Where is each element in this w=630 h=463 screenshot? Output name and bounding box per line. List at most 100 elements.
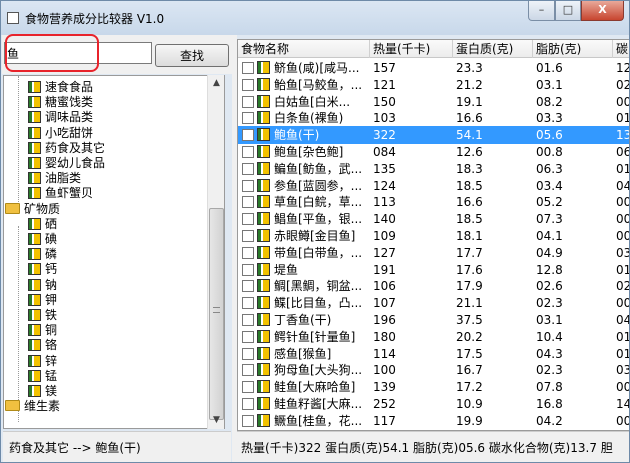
row-checkbox[interactable] [242, 62, 254, 74]
row-checkbox[interactable] [242, 364, 254, 377]
row-checkbox[interactable] [242, 263, 254, 276]
tree-item[interactable]: 硒 [28, 216, 57, 232]
row-checkbox[interactable] [242, 230, 254, 242]
table-cell: 19.9 [456, 413, 483, 428]
tree-item[interactable]: 油脂类 [28, 170, 81, 186]
table-row[interactable]: 鲳鱼[平鱼，银... 140 18.5 07.3 00 [238, 210, 629, 228]
food-icon [28, 111, 41, 124]
tree-item[interactable]: 鱼虾蟹贝 [28, 185, 93, 201]
row-checkbox[interactable] [242, 196, 254, 209]
column-header[interactable]: 脂肪(克) [533, 40, 613, 58]
row-checkbox[interactable] [242, 414, 254, 427]
tree-item[interactable]: 维生素 [5, 398, 60, 414]
tree-guide-line [18, 76, 19, 204]
row-checkbox[interactable] [242, 78, 254, 91]
tree-item[interactable]: 铜 [28, 322, 57, 338]
table-row[interactable]: 鲷[黑鲷，铜盆... 106 17.9 02.6 02 [238, 277, 629, 295]
tree-scrollbar[interactable]: ▲ ▼ [207, 75, 224, 429]
folder-icon [5, 202, 20, 214]
table-cell: 00 [616, 413, 630, 428]
scroll-thumb[interactable] [209, 208, 224, 420]
table-cell: 23.3 [456, 61, 483, 75]
row-checkbox[interactable] [242, 112, 254, 125]
row-checkbox[interactable] [242, 381, 254, 394]
row-checkbox[interactable] [242, 347, 254, 360]
tree-item-label: 锌 [45, 353, 58, 368]
table-row[interactable]: 鲐鱼[马鲛鱼，... 121 21.2 03.1 02 [238, 76, 629, 94]
table-row[interactable]: 鳊鱼[鲂鱼，武... 135 18.3 06.3 01 [238, 160, 629, 178]
table-cell: 鲐鱼[马鲛鱼，... [274, 77, 363, 92]
tree-item[interactable]: 碘 [28, 231, 57, 247]
tree-item[interactable]: 药食及其它 [28, 140, 105, 156]
table-cell: 06 [616, 145, 630, 159]
table-row[interactable]: 鲽[比目鱼，凸... 107 21.1 02.3 00 [238, 294, 629, 312]
row-checkbox[interactable] [242, 314, 254, 326]
food-list[interactable]: 食物名称 热量(千卡) 蛋白质(克) 脂肪(克) 碳 鲚鱼(咸)[咸马... 157 23.… [237, 39, 630, 431]
tree-item[interactable]: 小吃甜饼 [28, 125, 93, 141]
tree-item[interactable]: 镁 [28, 383, 57, 399]
table-row[interactable]: 带鱼[白带鱼，... 127 17.7 04.9 03 [238, 244, 629, 262]
column-header[interactable]: 食物名称 [238, 40, 370, 58]
table-row[interactable]: 鲑鱼籽酱[大麻... 252 10.9 16.8 14 [238, 395, 629, 413]
table-row[interactable]: 白姑鱼[白米... 150 19.1 08.2 00 [238, 93, 629, 111]
row-checkbox[interactable] [242, 146, 254, 158]
table-row[interactable]: 赤眼鳟[金目鱼] 109 18.1 04.1 00 [238, 227, 629, 245]
tree-item[interactable]: 锌 [28, 353, 57, 369]
table-row[interactable]: 鲚鱼(咸)[咸马... 157 23.3 01.6 12 [238, 59, 629, 77]
table-row[interactable]: 感鱼[猴鱼] 114 17.5 04.3 01 [238, 345, 629, 363]
table-cell: 21.1 [456, 296, 483, 311]
table-row[interactable]: 草鱼[白鲩，草... 113 16.6 05.2 00 [238, 193, 630, 211]
row-checkbox[interactable] [242, 162, 254, 175]
tree-item[interactable]: 速食食品 [28, 79, 93, 95]
row-checkbox[interactable] [242, 280, 254, 293]
close-button[interactable]: X [581, 1, 624, 21]
table-row[interactable]: 鳄针鱼[针量鱼] 180 20.2 10.4 01 [238, 328, 629, 346]
tree-item[interactable]: 铁 [28, 307, 57, 323]
table-row[interactable]: 丁香鱼(干) 196 37.5 03.1 04 [238, 311, 629, 329]
row-checkbox[interactable] [242, 95, 254, 108]
row-checkbox[interactable] [242, 129, 254, 142]
table-row[interactable]: 鲑鱼[大麻哈鱼] 139 17.2 07.8 00 [238, 378, 629, 396]
row-checkbox[interactable] [242, 246, 254, 259]
row-checkbox[interactable] [242, 213, 254, 226]
tree-item[interactable]: 钠 [28, 277, 57, 293]
table-row[interactable]: 鲍鱼[杂色鲍] 084 12.6 00.8 06 [238, 143, 630, 161]
status-right: 热量(千卡)322 蛋白质(克)54.1 脂肪(克)05.6 碳水化合物(克)1… [237, 431, 629, 462]
table-cell: 00 [616, 195, 630, 210]
app-icon[interactable] [7, 12, 19, 24]
find-button[interactable]: 查找 [155, 44, 229, 67]
row-checkbox[interactable] [242, 297, 254, 310]
tree-item[interactable]: 锰 [28, 368, 57, 384]
row-checkbox[interactable] [242, 398, 254, 410]
category-tree[interactable]: 速食食品 糖蜜饯类 调味品类 小吃甜饼 药食及其它 婴幼儿食品 油脂类 鱼虾蟹贝 矿物质硒碘磷钙… [3, 75, 225, 429]
tree-item[interactable]: 磷 [28, 246, 57, 262]
column-header[interactable]: 碳 [613, 40, 629, 58]
tree-item-label: 钙 [45, 262, 58, 277]
tree-item[interactable]: 钾 [28, 292, 57, 308]
table-row[interactable]: 鲍鱼(干) 322 54.1 05.6 13 [238, 126, 629, 145]
table-row[interactable]: 鳜鱼[桂鱼，花... 117 19.9 04.2 00 [238, 412, 630, 430]
row-checkbox[interactable] [242, 179, 254, 192]
tree-item[interactable]: 调味品类 [28, 109, 93, 125]
tree-item[interactable]: 钙 [28, 261, 57, 277]
column-header[interactable]: 热量(千卡) [370, 40, 453, 58]
table-cell: 鲑鱼籽酱[大麻... [274, 397, 363, 411]
table-row[interactable]: 狗母鱼[大头狗... 100 16.7 02.3 03 [238, 361, 629, 379]
tree-item[interactable]: 婴幼儿食品 [28, 155, 105, 171]
table-cell: 07.3 [536, 212, 563, 227]
scroll-up-arrow-icon[interactable]: ▲ [208, 75, 225, 92]
tree-item[interactable]: 铬 [28, 337, 57, 353]
column-header[interactable]: 蛋白质(克) [453, 40, 533, 58]
table-row[interactable]: 参鱼[蓝圆参，... 124 18.5 03.4 04 [238, 177, 629, 195]
tree-item[interactable]: 糖蜜饯类 [28, 94, 93, 110]
scroll-down-arrow-icon[interactable]: ▼ [208, 412, 225, 429]
maximize-button[interactable]: □ [555, 1, 581, 21]
table-cell: 117 [373, 413, 396, 428]
row-checkbox[interactable] [242, 330, 254, 343]
table-cell: 鲽[比目鱼，凸... [274, 296, 363, 311]
tree-item[interactable]: 矿物质 [5, 201, 60, 217]
minimize-button[interactable]: – [528, 1, 555, 21]
table-row[interactable]: 白条鱼(裸鱼) 103 16.6 03.3 01 [238, 109, 629, 127]
table-row[interactable]: 堤鱼 191 17.6 12.8 01 [238, 261, 629, 279]
food-icon [257, 128, 270, 142]
